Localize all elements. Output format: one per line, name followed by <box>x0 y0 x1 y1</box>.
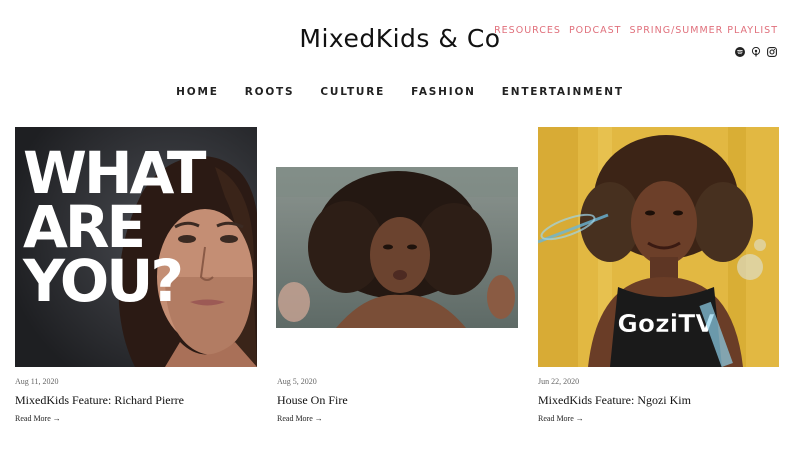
post-title[interactable]: House On Fire <box>277 393 348 408</box>
playlist-link[interactable]: SPRING/SUMMER PLAYLIST <box>629 25 778 36</box>
instagram-icon[interactable] <box>767 44 777 57</box>
post-title[interactable]: MixedKids Feature: Ngozi Kim <box>538 393 691 408</box>
read-more-link[interactable]: Read More → <box>277 414 323 423</box>
nav-roots[interactable]: ROOTS <box>245 86 295 98</box>
image-text-you: YOU? <box>22 247 181 315</box>
top-links: RESOURCES PODCAST SPRING/SUMMER PLAYLIST <box>494 25 778 36</box>
podcast-icon[interactable] <box>751 44 761 57</box>
post-image-house-on-fire[interactable] <box>276 167 518 328</box>
post-date: Aug 5, 2020 <box>277 377 317 386</box>
nav-culture[interactable]: CULTURE <box>320 86 385 98</box>
post-title[interactable]: MixedKids Feature: Richard Pierre <box>15 393 184 408</box>
resources-link[interactable]: RESOURCES <box>494 25 561 36</box>
post-date: Aug 11, 2020 <box>15 377 59 386</box>
nav-entertainment[interactable]: ENTERTAINMENT <box>502 86 624 98</box>
shirt-logo-text: GoziTV <box>617 309 715 338</box>
main-nav: HOME ROOTS CULTURE FASHION ENTERTAINMENT <box>0 86 800 98</box>
post-image-richard-pierre[interactable]: WHAT ARE YOU? <box>15 127 257 367</box>
nav-fashion[interactable]: FASHION <box>411 86 476 98</box>
read-more-link[interactable]: Read More → <box>538 414 584 423</box>
post-date: Jun 22, 2020 <box>538 377 580 386</box>
social-links <box>735 44 777 57</box>
read-more-link[interactable]: Read More → <box>15 414 61 423</box>
podcast-link[interactable]: PODCAST <box>569 25 622 36</box>
nav-home[interactable]: HOME <box>176 86 219 98</box>
spotify-icon[interactable] <box>735 44 745 57</box>
post-image-ngozi-kim[interactable]: GoziTV <box>538 127 779 367</box>
